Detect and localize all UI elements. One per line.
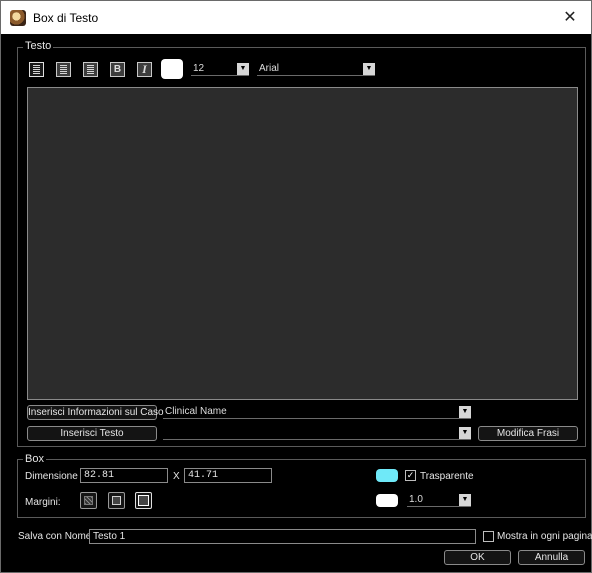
margin-small-button[interactable] bbox=[108, 492, 125, 509]
font-family-value: Arial bbox=[259, 63, 280, 74]
show-every-page-checkbox[interactable] bbox=[483, 531, 494, 542]
text-box-dialog: Box di Testo ✕ Testo B I 12 ▼ Arial ▼ In… bbox=[0, 0, 592, 573]
chevron-down-icon: ▼ bbox=[459, 406, 471, 418]
check-icon: ✓ bbox=[406, 470, 415, 480]
text-editor-area[interactable] bbox=[27, 87, 578, 400]
font-size-select[interactable]: 12 ▼ bbox=[191, 63, 249, 76]
margin-large-icon bbox=[138, 495, 149, 506]
app-icon bbox=[10, 10, 26, 26]
case-info-select[interactable]: Clinical Name ▼ bbox=[163, 406, 471, 419]
title-bar: Box di Testo ✕ bbox=[1, 1, 591, 34]
align-center-icon bbox=[60, 65, 67, 74]
dimension-label: Dimensione bbox=[25, 471, 78, 482]
transparent-label: Trasparente bbox=[420, 471, 474, 482]
font-size-value: 12 bbox=[193, 63, 205, 74]
cancel-button[interactable]: Annulla bbox=[518, 550, 585, 565]
fill-color-button[interactable] bbox=[376, 469, 398, 482]
width-field[interactable]: 82.81 bbox=[80, 468, 168, 483]
border-width-value: 1.0 bbox=[409, 494, 423, 505]
italic-button[interactable]: I bbox=[137, 62, 152, 77]
margin-none-button[interactable] bbox=[80, 492, 97, 509]
text-color-button[interactable] bbox=[161, 59, 183, 79]
save-as-label: Salva con Nome bbox=[18, 531, 92, 542]
ok-button[interactable]: OK bbox=[444, 550, 511, 565]
box-group-legend: Box bbox=[23, 453, 46, 465]
italic-icon: I bbox=[142, 62, 147, 76]
align-left-button[interactable] bbox=[29, 62, 44, 77]
save-name-field[interactable]: Testo 1 bbox=[89, 529, 476, 544]
bold-icon: B bbox=[113, 64, 122, 75]
show-every-page-label: Mostra in ogni pagina bbox=[497, 531, 592, 542]
margins-label: Margini: bbox=[25, 497, 61, 508]
align-center-button[interactable] bbox=[56, 62, 71, 77]
chevron-down-icon: ▼ bbox=[237, 63, 249, 75]
margin-large-button[interactable] bbox=[135, 492, 152, 509]
transparent-checkbox[interactable]: ✓ bbox=[405, 470, 416, 481]
edit-phrases-button[interactable]: Modifica Frasi bbox=[478, 426, 578, 441]
close-icon: ✕ bbox=[563, 9, 577, 26]
align-right-icon bbox=[87, 65, 94, 74]
insert-case-info-button[interactable]: Inserisci Informazioni sul Caso bbox=[27, 405, 164, 420]
chevron-down-icon: ▼ bbox=[363, 63, 375, 75]
align-left-icon bbox=[33, 65, 40, 74]
align-right-button[interactable] bbox=[83, 62, 98, 77]
border-color-button[interactable] bbox=[376, 494, 398, 507]
text-group-legend: Testo bbox=[23, 40, 54, 52]
border-width-select[interactable]: 1.0 ▼ bbox=[407, 494, 471, 507]
phrase-select[interactable]: ▼ bbox=[163, 427, 471, 440]
font-family-select[interactable]: Arial ▼ bbox=[257, 63, 375, 76]
dimension-x-label: X bbox=[173, 471, 180, 482]
close-button[interactable]: ✕ bbox=[549, 1, 591, 34]
bold-button[interactable]: B bbox=[110, 62, 125, 77]
case-info-value: Clinical Name bbox=[165, 406, 227, 417]
insert-text-button[interactable]: Inserisci Testo bbox=[27, 426, 157, 441]
margin-small-icon bbox=[112, 496, 121, 505]
chevron-down-icon: ▼ bbox=[459, 494, 471, 506]
margin-none-icon bbox=[84, 496, 93, 505]
chevron-down-icon: ▼ bbox=[459, 427, 471, 439]
height-field[interactable]: 41.71 bbox=[184, 468, 272, 483]
window-title: Box di Testo bbox=[33, 11, 99, 25]
